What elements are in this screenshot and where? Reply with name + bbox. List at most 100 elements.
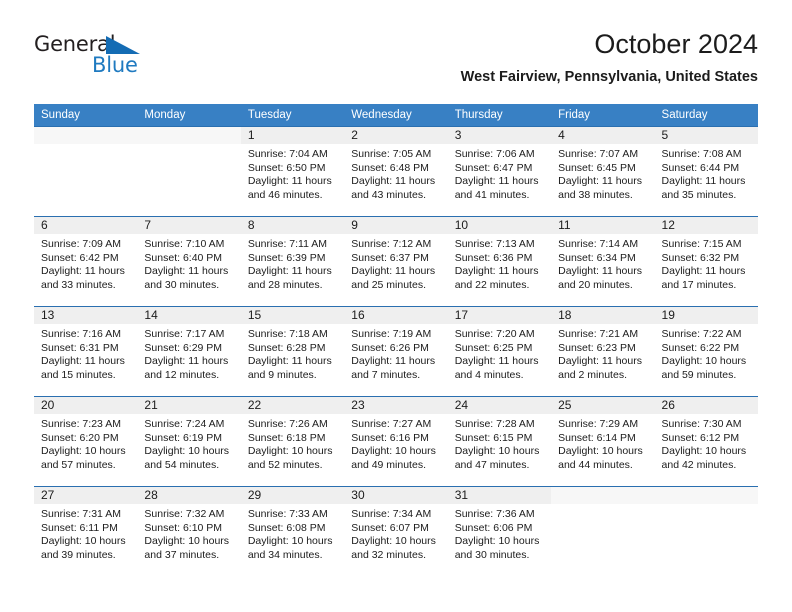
calendar-day-cell[interactable]: 14 Sunrise: 7:17 AM Sunset: 6:29 PM Dayligh…	[137, 307, 241, 396]
weekday-header-tuesday: Tuesday	[247, 109, 292, 121]
day-number: 26	[661, 398, 675, 412]
daylight-text: and 30 minutes.	[144, 278, 220, 291]
weekday-header-friday: Friday	[558, 109, 591, 121]
daylight-text: and 25 minutes.	[351, 278, 426, 291]
daylight-text: and 43 minutes.	[351, 188, 426, 201]
sunrise-text: Sunrise: 7:12 AM	[351, 238, 432, 250]
general-blue-logo[interactable]: General Blue	[34, 32, 234, 84]
day-number: 30	[351, 488, 365, 502]
sunset-text: Sunset: 6:12 PM	[661, 431, 740, 444]
daylight-text: and 39 minutes.	[41, 548, 116, 561]
daylight-text: Daylight: 10 hours	[558, 445, 643, 458]
calendar-day-cell[interactable]: 25 Sunrise: 7:29 AM Sunset: 6:14 PM Dayligh…	[551, 397, 655, 486]
day-number: 22	[247, 398, 262, 412]
daylight-text: Daylight: 11 hours	[558, 265, 642, 278]
calendar-day-cell[interactable]: 10 Sunrise: 7:13 AM Sunset: 6:36 PM Dayligh…	[447, 217, 552, 306]
calendar-day-cell[interactable]: 29 Sunrise: 7:33 AM Sunset: 6:08 PM Dayligh…	[240, 487, 345, 576]
sunrise-text: Sunrise: 7:27 AM	[351, 418, 432, 430]
calendar-day-cell[interactable]: 18 Sunrise: 7:21 AM Sunset: 6:23 PM Dayligh…	[551, 307, 655, 396]
calendar-day-cell[interactable]: 28 Sunrise: 7:32 AM Sunset: 6:10 PM Dayligh…	[137, 487, 241, 576]
daylight-text: Daylight: 10 hours	[661, 445, 747, 458]
calendar-day-cell[interactable]: 13 Sunrise: 7:16 AM Sunset: 6:31 PM Dayligh…	[34, 307, 138, 396]
day-details: Sunrise: 7:14 AM Sunset: 6:34 PM Daylight:…	[551, 234, 654, 292]
calendar-empty-cell	[551, 487, 655, 576]
day-details: Sunrise: 7:29 AM Sunset: 6:14 PM Daylight:…	[551, 414, 654, 472]
calendar-day-cell[interactable]: 9 Sunrise: 7:12 AM Sunset: 6:37 PM Daylight…	[344, 217, 448, 306]
sunset-text: Sunset: 6:15 PM	[454, 431, 533, 444]
calendar-day-cell[interactable]: 24 Sunrise: 7:28 AM Sunset: 6:15 PM Dayligh…	[447, 397, 552, 486]
day-number: 16	[351, 308, 365, 322]
calendar-day-cell[interactable]: 2 Sunrise: 7:05 AM Sunset: 6:48 PM Daylight…	[344, 127, 448, 216]
day-number: 18	[558, 308, 572, 322]
calendar-day-cell[interactable]: 17 Sunrise: 7:20 AM Sunset: 6:25 PM Dayligh…	[447, 307, 552, 396]
sunset-text: Sunset: 6:22 PM	[661, 341, 740, 354]
calendar-day-cell[interactable]: 5 Sunrise: 7:08 AM Sunset: 6:44 PM Daylight…	[654, 127, 758, 216]
daylight-text: and 42 minutes.	[661, 458, 737, 471]
daylight-text: and 28 minutes.	[247, 278, 323, 291]
daylight-text: and 47 minutes.	[454, 458, 530, 471]
calendar-day-cell[interactable]: 12 Sunrise: 7:15 AM Sunset: 6:32 PM Dayligh…	[654, 217, 758, 306]
day-number: 21	[144, 398, 158, 412]
daylight-text: and 49 minutes.	[351, 458, 426, 471]
daylight-text: and 34 minutes.	[247, 548, 323, 561]
sunset-text: Sunset: 6:32 PM	[661, 251, 740, 264]
daylight-text: Daylight: 11 hours	[454, 355, 539, 368]
daylight-text: Daylight: 11 hours	[454, 175, 539, 188]
sunrise-text: Sunrise: 7:30 AM	[661, 418, 742, 430]
sunrise-text: Sunrise: 7:32 AM	[144, 508, 225, 520]
daylight-text: Daylight: 11 hours	[351, 355, 436, 368]
sunset-text: Sunset: 6:18 PM	[247, 431, 326, 444]
day-number-band: 2	[344, 127, 448, 144]
day-number: 2	[351, 128, 358, 142]
calendar-day-cell[interactable]: 20 Sunrise: 7:23 AM Sunset: 6:20 PM Dayligh…	[34, 397, 138, 486]
sunrise-text: Sunrise: 7:05 AM	[351, 148, 432, 160]
sunset-text: Sunset: 6:11 PM	[41, 521, 118, 534]
daylight-text: Daylight: 11 hours	[41, 355, 125, 368]
calendar-day-cell[interactable]: 1 Sunrise: 7:04 AM Sunset: 6:50 PM Daylight…	[240, 127, 345, 216]
calendar-day-cell[interactable]: 26 Sunrise: 7:30 AM Sunset: 6:12 PM Dayligh…	[654, 397, 758, 486]
calendar-day-cell[interactable]: 8 Sunrise: 7:11 AM Sunset: 6:39 PM Daylight…	[240, 217, 345, 306]
day-number-band: 5	[654, 127, 758, 144]
calendar-week-row: 27 Sunrise: 7:31 AM Sunset: 6:11 PM Dayligh…	[34, 486, 758, 576]
calendar-day-cell[interactable]: 16 Sunrise: 7:19 AM Sunset: 6:26 PM Dayligh…	[344, 307, 448, 396]
day-number-band: 22	[240, 397, 345, 414]
calendar-day-cell[interactable]: 19 Sunrise: 7:22 AM Sunset: 6:22 PM Dayligh…	[654, 307, 758, 396]
daylight-text: Daylight: 11 hours	[144, 265, 229, 278]
sunrise-text: Sunrise: 7:18 AM	[247, 328, 328, 340]
sunrise-text: Sunrise: 7:19 AM	[351, 328, 432, 340]
daylight-text: Daylight: 10 hours	[351, 535, 436, 548]
day-details: Sunrise: 7:30 AM Sunset: 6:12 PM Daylight:…	[655, 414, 758, 472]
daylight-text: and 54 minutes.	[144, 458, 220, 471]
sunset-text: Sunset: 6:36 PM	[454, 251, 533, 264]
calendar-day-cell[interactable]: 7 Sunrise: 7:10 AM Sunset: 6:40 PM Daylight…	[137, 217, 241, 306]
day-number-band: 23	[344, 397, 448, 414]
calendar-day-cell[interactable]: 27 Sunrise: 7:31 AM Sunset: 6:11 PM Dayligh…	[34, 487, 138, 576]
daylight-text: and 38 minutes.	[558, 188, 633, 201]
daylight-text: and 59 minutes.	[661, 368, 737, 381]
day-number-band: 10	[447, 217, 552, 234]
daylight-text: Daylight: 11 hours	[144, 355, 229, 368]
daylight-text: and 12 minutes.	[144, 368, 220, 381]
day-number: 23	[351, 398, 365, 412]
calendar-day-cell[interactable]: 30 Sunrise: 7:34 AM Sunset: 6:07 PM Dayligh…	[344, 487, 448, 576]
sunrise-text: Sunrise: 7:17 AM	[144, 328, 225, 340]
calendar-day-cell[interactable]: 6 Sunrise: 7:09 AM Sunset: 6:42 PM Daylight…	[34, 217, 138, 306]
sunset-text: Sunset: 6:31 PM	[41, 341, 119, 354]
calendar-day-cell[interactable]: 15 Sunrise: 7:18 AM Sunset: 6:28 PM Dayligh…	[240, 307, 345, 396]
calendar-body: 1 Sunrise: 7:04 AM Sunset: 6:50 PM Daylight…	[34, 126, 758, 576]
day-details: Sunrise: 7:05 AM Sunset: 6:48 PM Daylight:…	[344, 144, 447, 202]
calendar-day-cell[interactable]: 3 Sunrise: 7:06 AM Sunset: 6:47 PM Daylight…	[447, 127, 552, 216]
sunset-text: Sunset: 6:23 PM	[558, 341, 636, 354]
day-details: Sunrise: 7:13 AM Sunset: 6:36 PM Daylight:…	[448, 234, 551, 292]
day-number-band: 31	[447, 487, 552, 504]
calendar-day-cell[interactable]: 22 Sunrise: 7:26 AM Sunset: 6:18 PM Dayligh…	[240, 397, 345, 486]
calendar-day-cell[interactable]: 21 Sunrise: 7:24 AM Sunset: 6:19 PM Dayligh…	[137, 397, 241, 486]
calendar-day-cell[interactable]: 4 Sunrise: 7:07 AM Sunset: 6:45 PM Daylight…	[551, 127, 655, 216]
calendar-day-cell[interactable]: 23 Sunrise: 7:27 AM Sunset: 6:16 PM Dayligh…	[344, 397, 448, 486]
calendar-day-cell[interactable]: 11 Sunrise: 7:14 AM Sunset: 6:34 PM Dayligh…	[551, 217, 655, 306]
day-number-band: 30	[344, 487, 448, 504]
sunrise-text: Sunrise: 7:21 AM	[558, 328, 639, 340]
day-number: 6	[41, 218, 48, 232]
calendar-day-cell[interactable]: 31 Sunrise: 7:36 AM Sunset: 6:06 PM Dayligh…	[447, 487, 552, 576]
day-number: 15	[247, 308, 262, 322]
